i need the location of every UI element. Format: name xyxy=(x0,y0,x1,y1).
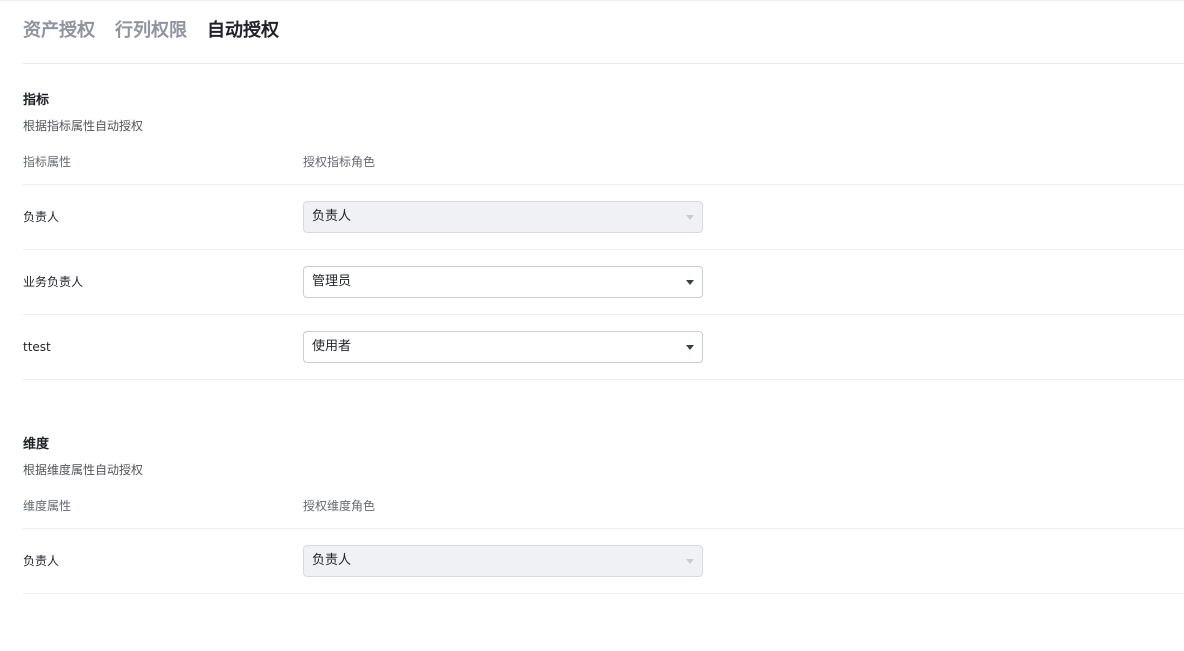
caret-down-icon xyxy=(686,280,694,285)
metric-table-header: 指标属性 授权指标角色 xyxy=(23,144,1184,185)
dimension-section-title: 维度 xyxy=(23,437,50,452)
role-select: 负责人 xyxy=(303,201,703,233)
dimension-section-description: 根据维度属性自动授权 xyxy=(23,463,144,477)
role-select[interactable]: 使用者 xyxy=(303,331,703,363)
metric-role-column-header: 授权指标角色 xyxy=(303,155,376,169)
tabs-divider xyxy=(23,63,1184,64)
tab-bar: 资产授权 行列权限 自动授权 xyxy=(23,19,279,43)
dimension-section: 维度 根据维度属性自动授权 维度属性 授权维度角色 负责人 负责人 xyxy=(23,436,1184,594)
auto-authorization-page: 资产授权 行列权限 自动授权 指标 根据指标属性自动授权 指标属性 授权指标角色… xyxy=(0,0,1184,651)
attribute-label: 业务负责人 xyxy=(23,275,84,289)
metric-section-title: 指标 xyxy=(23,93,50,108)
metric-attribute-column-header: 指标属性 xyxy=(23,155,72,169)
dimension-table-header: 维度属性 授权维度角色 xyxy=(23,488,1184,529)
table-row: 业务负责人 管理员 xyxy=(23,250,1184,315)
caret-down-icon xyxy=(686,345,694,350)
tab-auto-authorization[interactable]: 自动授权 xyxy=(207,19,279,43)
dimension-attribute-column-header: 维度属性 xyxy=(23,499,72,513)
attribute-label: ttest xyxy=(23,340,51,354)
role-select-value: 管理员 xyxy=(312,274,352,289)
role-select-value: 负责人 xyxy=(312,553,352,568)
tab-row-column-permission[interactable]: 行列权限 xyxy=(115,19,187,43)
role-select-value: 使用者 xyxy=(312,339,352,354)
role-select-value: 负责人 xyxy=(312,209,352,224)
metric-section: 指标 根据指标属性自动授权 指标属性 授权指标角色 负责人 负责人 业务负责人 … xyxy=(23,92,1184,380)
attribute-label: 负责人 xyxy=(23,210,60,224)
dimension-role-column-header: 授权维度角色 xyxy=(303,499,376,513)
table-row: 负责人 负责人 xyxy=(23,529,1184,594)
role-select[interactable]: 管理员 xyxy=(303,266,703,298)
metric-section-description: 根据指标属性自动授权 xyxy=(23,119,144,133)
caret-down-icon xyxy=(686,215,694,220)
tab-asset-authorization[interactable]: 资产授权 xyxy=(23,19,95,43)
caret-down-icon xyxy=(686,559,694,564)
role-select: 负责人 xyxy=(303,545,703,577)
table-row: 负责人 负责人 xyxy=(23,185,1184,250)
attribute-label: 负责人 xyxy=(23,554,60,568)
table-row: ttest 使用者 xyxy=(23,315,1184,380)
